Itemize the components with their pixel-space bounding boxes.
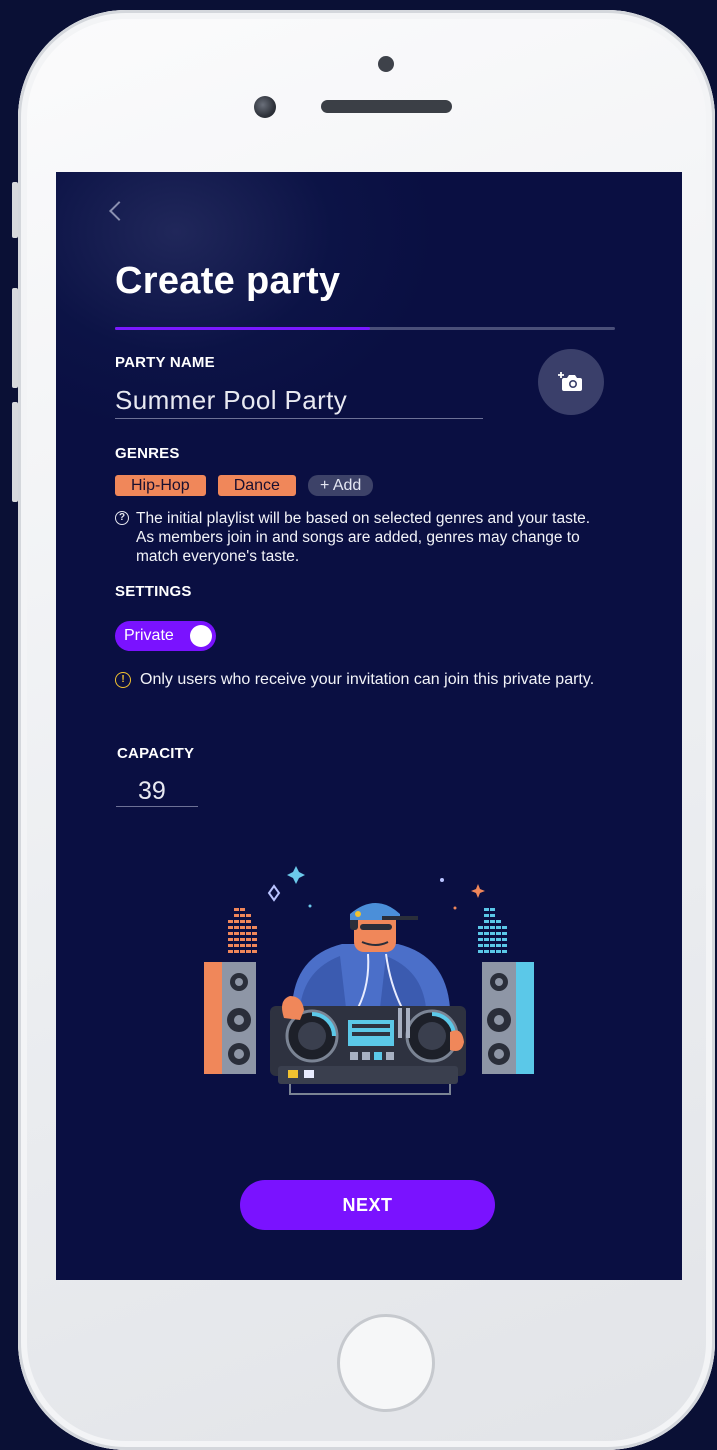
front-camera bbox=[254, 96, 276, 118]
genres-label: GENRES bbox=[115, 445, 180, 462]
genre-chip[interactable]: Hip-Hop bbox=[115, 475, 206, 496]
add-photo-button[interactable] bbox=[538, 349, 604, 415]
add-photo-camera-icon bbox=[558, 372, 582, 391]
private-warning-text: Only users who receive your invitation c… bbox=[140, 671, 595, 688]
step-progress-bar bbox=[115, 327, 615, 330]
home-button[interactable] bbox=[337, 1314, 435, 1412]
chevron-left-icon[interactable] bbox=[109, 201, 129, 221]
private-warning: ! Only users who receive your invitation… bbox=[115, 670, 605, 690]
proximity-sensor bbox=[378, 56, 394, 72]
capacity-input[interactable]: 39 bbox=[116, 775, 198, 807]
private-toggle-label: Private bbox=[124, 627, 174, 644]
earpiece-speaker bbox=[321, 100, 452, 113]
volume-down-button bbox=[12, 402, 18, 502]
genres-help: ? The initial playlist will be based on … bbox=[115, 509, 605, 566]
genres-help-text: The initial playlist will be based on se… bbox=[136, 510, 591, 565]
warning-circle-icon: ! bbox=[115, 672, 131, 688]
settings-label: SETTINGS bbox=[115, 583, 192, 600]
silent-switch bbox=[12, 182, 18, 238]
toggle-knob bbox=[190, 625, 212, 647]
step-progress-fill bbox=[115, 327, 370, 330]
party-name-label: PARTY NAME bbox=[115, 354, 215, 371]
private-toggle[interactable]: Private bbox=[115, 621, 216, 651]
add-genre-button[interactable]: + Add bbox=[307, 475, 374, 496]
party-name-input[interactable]: Summer Pool Party bbox=[115, 382, 483, 419]
genre-chips: Hip-Hop Dance + Add bbox=[115, 475, 374, 496]
page-title: Create party bbox=[115, 260, 341, 302]
create-party-screen: Create party PARTY NAME Summer Pool Part… bbox=[56, 172, 682, 1280]
capacity-label: CAPACITY bbox=[117, 745, 195, 762]
genre-chip[interactable]: Dance bbox=[217, 475, 296, 496]
volume-up-button bbox=[12, 288, 18, 388]
dj-mixing-illustration bbox=[204, 866, 534, 1095]
next-button[interactable]: NEXT bbox=[240, 1180, 495, 1230]
question-circle-icon: ? bbox=[115, 511, 129, 525]
